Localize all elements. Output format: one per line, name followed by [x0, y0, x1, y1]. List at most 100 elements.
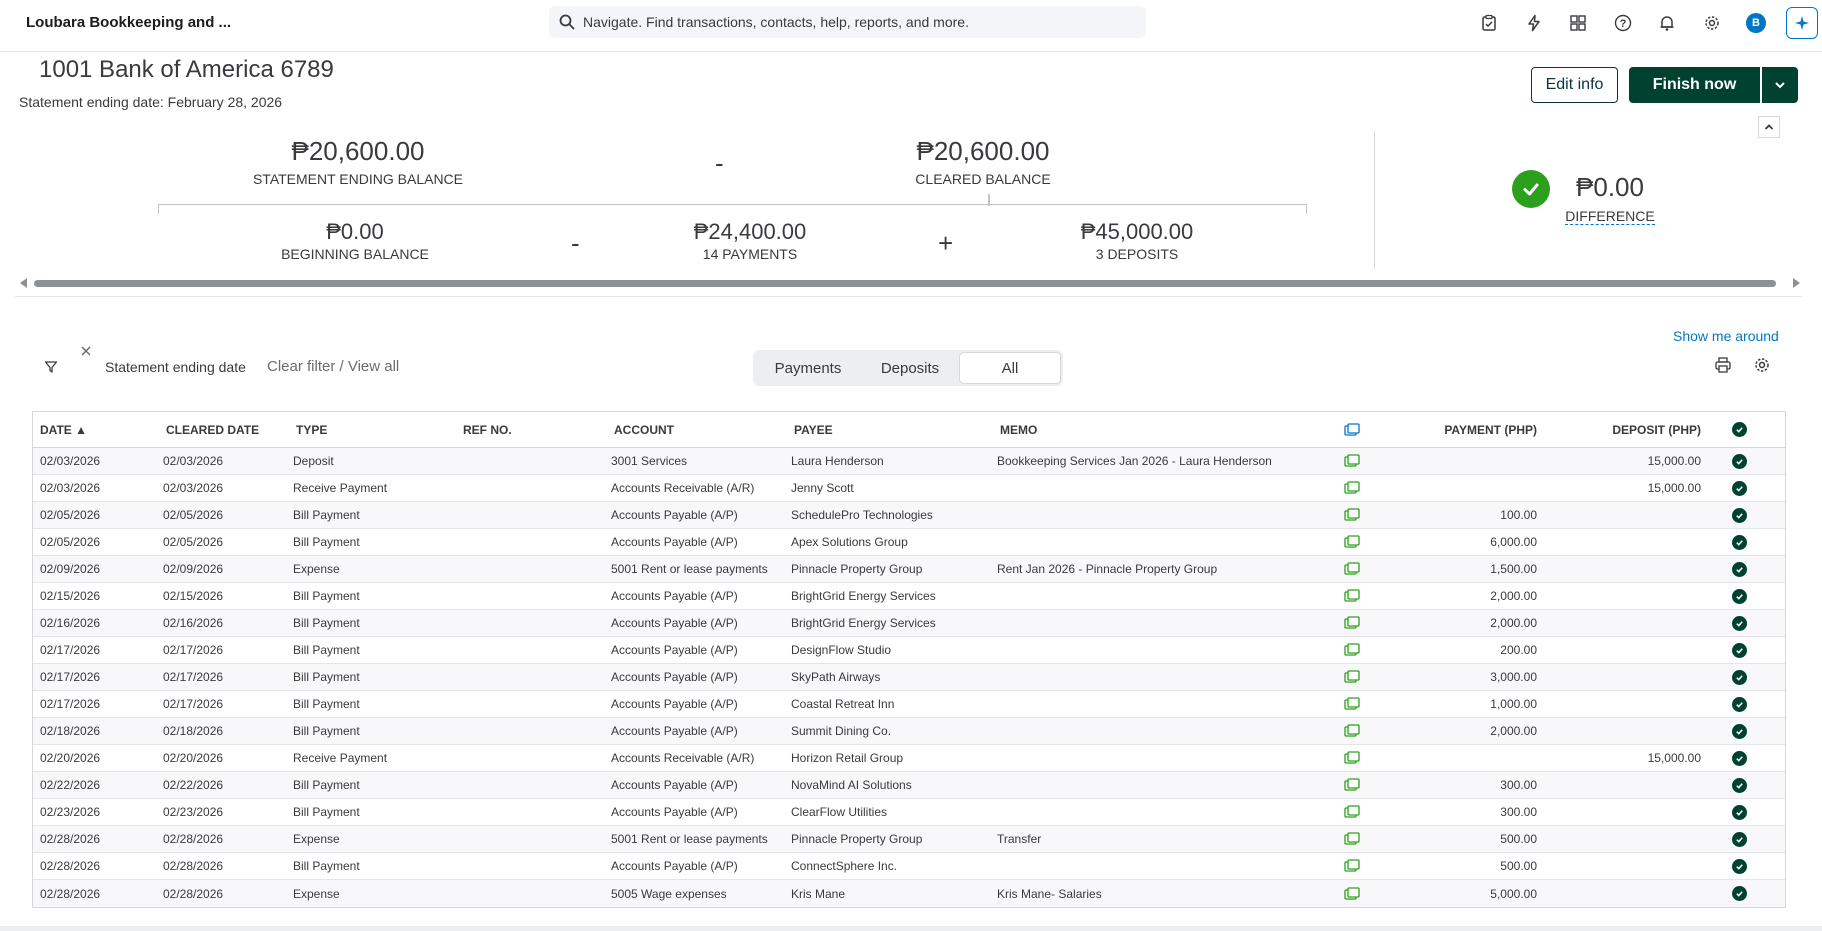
edit-info-button[interactable]: Edit info	[1531, 67, 1618, 103]
attachment-icon[interactable]	[1328, 859, 1375, 873]
company-name[interactable]: Loubara Bookkeeping and ...	[26, 14, 231, 31]
row-cleared-date: 02/03/2026	[163, 454, 224, 468]
attachment-icon[interactable]	[1328, 643, 1375, 657]
attachment-icon[interactable]	[1328, 589, 1375, 603]
row-cleared-toggle[interactable]	[1701, 777, 1777, 793]
cleared-check-icon	[1731, 615, 1747, 631]
row-cleared-toggle[interactable]	[1701, 723, 1777, 739]
attachment-icon[interactable]	[1328, 535, 1375, 549]
scroll-left-icon[interactable]	[20, 278, 27, 288]
table-row[interactable]: 02/23/2026 02/23/2026 Bill Payment Accounts…	[33, 799, 1785, 826]
row-cleared-toggle[interactable]	[1701, 642, 1777, 658]
table-row[interactable]: 02/03/2026 02/03/2026 Deposit 3001 Services…	[33, 448, 1785, 475]
table-row[interactable]: 02/17/2026 02/17/2026 Bill Payment Accounts…	[33, 637, 1785, 664]
row-cleared-toggle[interactable]	[1701, 507, 1777, 523]
row-cleared-date: 02/05/2026	[163, 535, 224, 549]
col-account[interactable]: ACCOUNT	[607, 423, 787, 437]
table-row[interactable]: 02/16/2026 02/16/2026 Bill Payment Accounts…	[33, 610, 1785, 637]
attachment-icon[interactable]	[1328, 697, 1375, 711]
task-icon[interactable]	[1476, 10, 1502, 36]
col-ref-no[interactable]: REF NO.	[456, 423, 607, 437]
show-me-around-link[interactable]: Show me around	[1673, 328, 1779, 344]
attachment-icon[interactable]	[1328, 724, 1375, 738]
row-payee: Kris Mane	[791, 886, 846, 901]
tab-all[interactable]: All	[960, 353, 1060, 383]
bell-icon[interactable]	[1654, 10, 1680, 36]
col-memo[interactable]: MEMO	[993, 423, 1328, 437]
finish-now-button[interactable]: Finish now	[1629, 67, 1760, 103]
row-account: Accounts Payable (A/P)	[611, 670, 738, 684]
attachment-icon[interactable]	[1328, 751, 1375, 765]
close-icon[interactable]	[80, 344, 92, 362]
tab-payments[interactable]: Payments	[756, 353, 860, 383]
col-type[interactable]: TYPE	[289, 423, 456, 437]
plus-sign: +	[938, 228, 954, 258]
row-cleared-toggle[interactable]	[1701, 696, 1777, 712]
row-cleared-toggle[interactable]	[1701, 480, 1777, 496]
difference-label-wrap[interactable]: DIFFERENCE	[1560, 208, 1660, 225]
attachment-icon[interactable]	[1328, 886, 1375, 901]
table-row[interactable]: 02/03/2026 02/03/2026 Receive Payment Accou…	[33, 475, 1785, 502]
row-payment: 500.00	[1500, 832, 1537, 846]
row-cleared-toggle[interactable]	[1701, 858, 1777, 874]
row-cleared-toggle[interactable]	[1701, 886, 1777, 901]
row-type: Bill Payment	[293, 697, 360, 711]
collapse-summary-button[interactable]	[1758, 116, 1780, 138]
table-row[interactable]: 02/20/2026 02/20/2026 Receive Payment Accou…	[33, 745, 1785, 772]
col-payment[interactable]: PAYMENT (PHP)	[1375, 423, 1537, 437]
row-date: 02/03/2026	[40, 481, 101, 495]
table-row[interactable]: 02/17/2026 02/17/2026 Bill Payment Accounts…	[33, 691, 1785, 718]
table-row[interactable]: 02/05/2026 02/05/2026 Bill Payment Accounts…	[33, 502, 1785, 529]
col-payee[interactable]: PAYEE	[787, 423, 993, 437]
attachment-icon[interactable]	[1328, 454, 1375, 468]
filter-icon[interactable]	[44, 360, 58, 379]
apps-icon[interactable]	[1565, 10, 1591, 36]
attachment-icon[interactable]	[1328, 778, 1375, 792]
row-cleared-toggle[interactable]	[1701, 453, 1777, 469]
settings-icon[interactable]	[1753, 356, 1771, 379]
table-row[interactable]: 02/22/2026 02/22/2026 Bill Payment Accounts…	[33, 772, 1785, 799]
attachment-icon[interactable]	[1328, 670, 1375, 684]
row-cleared-toggle[interactable]	[1701, 615, 1777, 631]
scroll-right-icon[interactable]	[1793, 278, 1800, 288]
select-all-check[interactable]	[1701, 422, 1777, 437]
help-icon[interactable]: ?	[1610, 10, 1636, 36]
table-row[interactable]: 02/28/2026 02/28/2026 Expense 5005 Wage exp…	[33, 880, 1785, 907]
table-row[interactable]: 02/09/2026 02/09/2026 Expense 5001 Rent or …	[33, 556, 1785, 583]
attachment-icon[interactable]	[1328, 508, 1375, 522]
table-row[interactable]: 02/28/2026 02/28/2026 Expense 5001 Rent or …	[33, 826, 1785, 853]
row-cleared-toggle[interactable]	[1701, 588, 1777, 604]
row-cleared-toggle[interactable]	[1701, 534, 1777, 550]
attachment-icon[interactable]	[1328, 805, 1375, 819]
attachment-icon[interactable]	[1328, 616, 1375, 630]
table-header: DATE ▲ CLEARED DATE TYPE REF NO. ACCOUNT…	[33, 412, 1785, 448]
scrollbar-thumb[interactable]	[34, 280, 1776, 287]
row-cleared-toggle[interactable]	[1701, 804, 1777, 820]
table-row[interactable]: 02/17/2026 02/17/2026 Bill Payment Accounts…	[33, 664, 1785, 691]
gear-icon[interactable]	[1699, 10, 1725, 36]
clear-filter-link[interactable]: Clear filter / View all	[267, 358, 399, 375]
print-icon[interactable]	[1714, 356, 1732, 379]
attachment-icon[interactable]	[1328, 562, 1375, 576]
row-cleared-toggle[interactable]	[1701, 561, 1777, 577]
table-row[interactable]: 02/15/2026 02/15/2026 Bill Payment Accounts…	[33, 583, 1785, 610]
col-date[interactable]: DATE ▲	[33, 423, 159, 437]
table-row[interactable]: 02/18/2026 02/18/2026 Bill Payment Accounts…	[33, 718, 1785, 745]
col-cleared-date[interactable]: CLEARED DATE	[159, 423, 289, 437]
row-cleared-toggle[interactable]	[1701, 669, 1777, 685]
attachment-icon[interactable]	[1328, 832, 1375, 846]
avatar[interactable]: B	[1743, 10, 1769, 36]
row-type: Bill Payment	[293, 805, 360, 819]
summary-scrollbar[interactable]	[18, 276, 1802, 290]
assistant-icon[interactable]	[1786, 7, 1818, 39]
tab-deposits[interactable]: Deposits	[860, 353, 960, 383]
row-cleared-toggle[interactable]	[1701, 750, 1777, 766]
attachment-icon[interactable]	[1328, 481, 1375, 495]
table-row[interactable]: 02/05/2026 02/05/2026 Bill Payment Accounts…	[33, 529, 1785, 556]
search-bar[interactable]: Navigate. Find transactions, contacts, h…	[549, 6, 1146, 38]
finish-options-button[interactable]	[1762, 67, 1798, 103]
table-row[interactable]: 02/28/2026 02/28/2026 Bill Payment Accounts…	[33, 853, 1785, 880]
lightning-icon[interactable]	[1521, 10, 1547, 36]
row-cleared-toggle[interactable]	[1701, 831, 1777, 847]
col-deposit[interactable]: DEPOSIT (PHP)	[1537, 423, 1701, 437]
